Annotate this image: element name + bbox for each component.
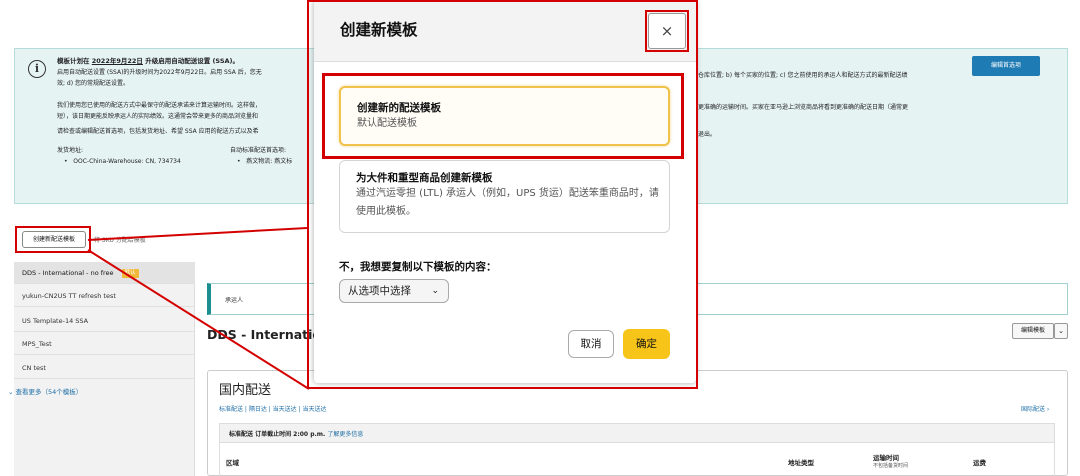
sidebar-item-template[interactable]: yukun-CN2US TT refresh test	[14, 285, 195, 307]
chevron-down-icon[interactable]: ⌄	[1054, 323, 1068, 339]
banner-line: 退出。	[698, 131, 717, 138]
sidebar-item-template[interactable]: US Template-14 SSA	[14, 310, 195, 332]
copy-template-select[interactable]: 从选项中选择 ⌄	[339, 279, 449, 303]
column-header-transit-time: 运输时间 不包括备货时间	[873, 454, 909, 469]
option-description: 通过汽运零担 (LTL) 承运人（例如，UPS 货运）配送笨重商品时，请使用此模…	[356, 188, 659, 217]
template-title: DDS - Internatio	[207, 327, 321, 342]
sidebar-item-template[interactable]: CN test	[14, 357, 195, 379]
international-shipping-link[interactable]: 国际配送 ›	[1021, 404, 1049, 413]
domestic-shipping-title: 国内配送	[219, 383, 272, 398]
banner-line: 启用自动配送设置 (SSA)的升级时间为2022年9月22日。启用 SSA 后，…	[57, 69, 262, 76]
template-sidebar: DDS - International - no free 默认 yukun-CN…	[14, 262, 195, 476]
banner-line: 请检查或编辑配送首选项，包括发货地址、希望 SSA 应用的配送方式以及希	[57, 128, 259, 135]
edit-template-button[interactable]: 编辑模板	[1012, 323, 1054, 339]
sidebar-item-template[interactable]: DDS - International - no free 默认	[14, 262, 195, 284]
ship-from-value: • OOC-China-Warehouse: CN, 734734	[64, 158, 181, 165]
table-header-row	[219, 443, 1055, 476]
learn-more-link[interactable]: 了解更多信息	[327, 431, 363, 438]
auto-prefs-value: • 燕文物流: 燕文标	[237, 158, 293, 165]
default-badge: 默认	[121, 268, 139, 278]
copy-template-label: 不，我想要复制以下模板的内容：	[339, 261, 497, 273]
auto-prefs-label: 自动标准配送首选项:	[230, 147, 287, 154]
notice-text: 承运人	[225, 297, 244, 304]
cancel-button[interactable]: 取消	[568, 330, 614, 358]
view-more-templates-link[interactable]: ⌄ 查看更多（54个模板）	[8, 386, 82, 396]
column-header-shipping-fee: 运费	[973, 459, 986, 467]
highlight-outline	[15, 226, 91, 253]
banner-line: 短），该日期更能反映承运人的实际绩效。这通常会带来更多的商品浏览量和	[57, 113, 259, 120]
banner-title: 模板计划在 2022年9月22日 升级启用自动配送设置 (SSA)。	[57, 57, 240, 65]
ship-from-label: 发货地址:	[57, 147, 84, 154]
column-header-region: 区域	[226, 459, 239, 467]
banner-line: 我们使用您已使用的配送方式中最保守的配送承诺来计算运输时间。这样做，	[57, 102, 262, 109]
banner-line: 更准确的运输时间。买家在亚马逊上浏览商品将看到更准确的配送日期（通常更	[698, 104, 909, 111]
standard-shipping-label: 标准配送 订单截止时间 2:00 p.m. 了解更多信息	[229, 431, 364, 438]
assign-sku-link[interactable]: 将 SKU 分配给模板	[94, 235, 146, 244]
highlight-outline	[322, 73, 684, 159]
banner-line: 效; d) 您的常规配送设置。	[57, 80, 129, 87]
option-heavy-bulky-template[interactable]: 为大件和重型商品创建新模板 通过汽运零担 (LTL) 承运人（例如，UPS 货运…	[339, 160, 670, 233]
sidebar-item-template[interactable]: MPS_Test	[14, 333, 195, 355]
edit-preferences-button[interactable]: 编辑首选项	[972, 56, 1040, 76]
column-header-address-type: 地址类型	[788, 459, 814, 467]
info-icon: i	[28, 60, 46, 78]
shipping-speed-links[interactable]: 标准配送 | 隔日达 | 当天送达 | 当天送达	[219, 404, 327, 413]
confirm-button[interactable]: 确定	[623, 329, 670, 359]
option-title: 为大件和重型商品创建新模板	[356, 172, 493, 184]
chevron-down-icon: ⌄	[431, 286, 439, 296]
banner-line: 仓库位置; b) 每个买家的位置; c) 您之前使用的承运人和配送方式的最新配送…	[698, 72, 908, 79]
